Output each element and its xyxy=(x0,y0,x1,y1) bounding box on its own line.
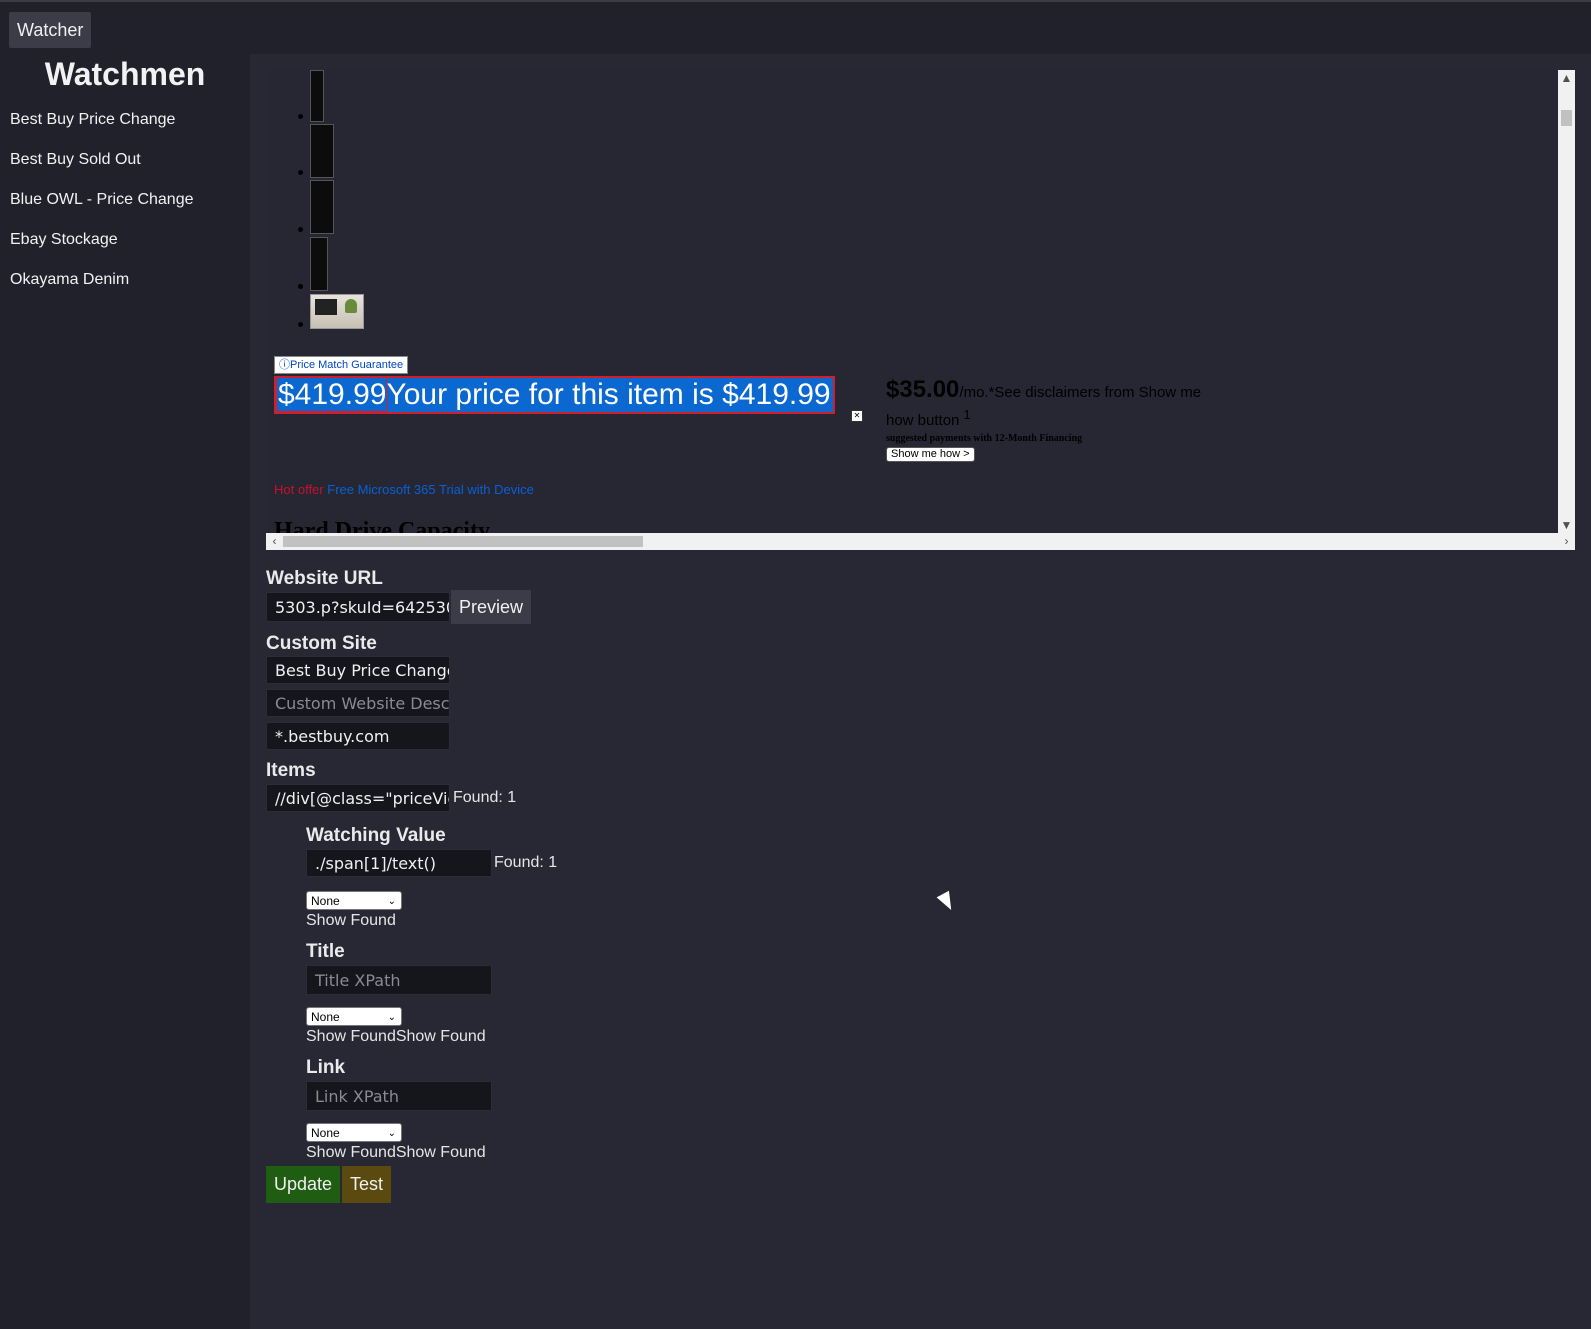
scroll-right-icon[interactable]: › xyxy=(1558,533,1575,550)
website-url-label: Website URL xyxy=(266,568,383,589)
watching-xpath-input[interactable]: ./span[1]/text() xyxy=(306,849,492,877)
list-bullet xyxy=(298,170,303,175)
preview-button[interactable]: Preview xyxy=(451,590,532,624)
link-select[interactable]: None ⌄ xyxy=(306,1123,402,1142)
scroll-left-icon[interactable]: ‹ xyxy=(266,533,283,550)
chevron-down-icon: ⌄ xyxy=(387,1128,396,1139)
watching-found-count: Found: 1 xyxy=(494,854,558,871)
financing-amount: $35.00 xyxy=(886,376,960,403)
financing-suggested: suggested payments with 12-Month Financi… xyxy=(886,433,1083,444)
preview-frame[interactable]: ⓘPrice Match Guarantee $419.99Your price… xyxy=(266,70,1576,550)
financing-line2: how button 1 xyxy=(886,408,971,429)
financing-block: $35.00/mo.*See disclaimers from Show me … xyxy=(886,376,1216,462)
product-thumbnail[interactable] xyxy=(310,294,364,329)
watching-show-found: Show Found xyxy=(306,912,396,929)
link-label: Link xyxy=(306,1057,346,1078)
horizontal-scrollbar[interactable]: ‹ › xyxy=(266,533,1575,550)
watching-value-label: Watching Value xyxy=(306,825,446,846)
highlighted-price: $419.99Your price for this item is $419.… xyxy=(274,376,835,414)
vertical-scroll-thumb[interactable] xyxy=(1561,110,1572,126)
top-bar: Watcher xyxy=(0,2,1591,54)
custom-site-name-input[interactable]: Best Buy Price Change xyxy=(266,656,450,684)
show-me-how-button[interactable]: Show me how > xyxy=(886,447,975,462)
link-show-found: Show FoundShow Found xyxy=(306,1144,486,1161)
product-thumbnail[interactable] xyxy=(310,124,334,178)
footnote-mark: 1 xyxy=(963,408,971,422)
sidebar-title: Watchmen xyxy=(44,56,206,92)
website-url-input[interactable]: 5303.p?skuId=6425303 xyxy=(266,592,450,622)
update-button[interactable]: Update xyxy=(266,1166,341,1203)
link-xpath-input[interactable]: Link XPath xyxy=(306,1081,492,1111)
financing-suffix: /mo.*See disclaimers from Show me xyxy=(959,384,1202,401)
product-thumbnail[interactable] xyxy=(310,237,328,291)
hot-offer-link[interactable]: Free Microsoft 365 Trial with Device xyxy=(327,482,534,497)
monitor-shape xyxy=(315,299,337,315)
product-thumbnail[interactable] xyxy=(310,70,324,122)
title-select-value: None xyxy=(311,1010,340,1024)
price-sentence: Your price for this item is $419.99 xyxy=(386,378,831,411)
sidebar: Watchmen Best Buy Price Change Best Buy … xyxy=(0,54,250,1329)
sidebar-item-okayama-denim[interactable]: Okayama Denim xyxy=(10,270,193,310)
custom-site-desc-input[interactable]: Custom Website Desc. xyxy=(266,689,450,717)
custom-site-domain-input[interactable]: *.bestbuy.com xyxy=(266,722,450,750)
items-found-count: Found: 1 xyxy=(453,789,517,806)
horizontal-scroll-thumb[interactable] xyxy=(283,536,643,547)
watching-select-value: None xyxy=(311,894,340,908)
test-button[interactable]: Test xyxy=(342,1166,392,1203)
chevron-down-icon: ⌄ xyxy=(387,896,396,907)
sidebar-item-blue-owl[interactable]: Blue OWL - Price Change xyxy=(10,190,193,230)
items-xpath-input[interactable]: //div[@class="priceView xyxy=(266,784,450,812)
title-select[interactable]: None ⌄ xyxy=(306,1007,402,1026)
list-bullet xyxy=(298,114,303,119)
sidebar-item-best-buy-sold-out[interactable]: Best Buy Sold Out xyxy=(10,150,193,190)
hot-offer-label: Hot offer xyxy=(274,482,324,497)
vertical-scrollbar[interactable]: ▲ ▼ xyxy=(1558,70,1575,533)
chevron-down-icon: ⌄ xyxy=(387,1012,396,1023)
list-bullet xyxy=(298,284,303,289)
sidebar-item-ebay-stockage[interactable]: Ebay Stockage xyxy=(10,230,193,270)
title-show-found: Show FoundShow Found xyxy=(306,1028,486,1045)
title-label: Title xyxy=(306,941,345,962)
items-label: Items xyxy=(266,760,316,781)
info-icon: ✕ xyxy=(851,410,863,422)
title-xpath-input[interactable]: Title XPath xyxy=(306,965,492,995)
hot-offer: Hot offer Free Microsoft 365 Trial with … xyxy=(274,482,534,497)
price-match-badge[interactable]: ⓘPrice Match Guarantee xyxy=(274,356,409,374)
link-select-value: None xyxy=(311,1126,340,1140)
product-thumbnail[interactable] xyxy=(310,180,334,234)
list-bullet xyxy=(298,227,303,232)
watching-select[interactable]: None ⌄ xyxy=(306,891,402,910)
scroll-up-icon[interactable]: ▲ xyxy=(1558,70,1575,86)
brand-button[interactable]: Watcher xyxy=(9,12,92,48)
price-value: $419.99 xyxy=(276,377,388,412)
price-match-text: Price Match Guarantee xyxy=(290,359,404,371)
plant-shape xyxy=(345,299,357,313)
scroll-down-icon[interactable]: ▼ xyxy=(1558,517,1575,533)
custom-site-label: Custom Site xyxy=(266,633,377,654)
sidebar-list: Best Buy Price Change Best Buy Sold Out … xyxy=(10,110,193,310)
list-bullet xyxy=(298,322,303,327)
sidebar-item-best-buy-price-change[interactable]: Best Buy Price Change xyxy=(10,110,193,150)
